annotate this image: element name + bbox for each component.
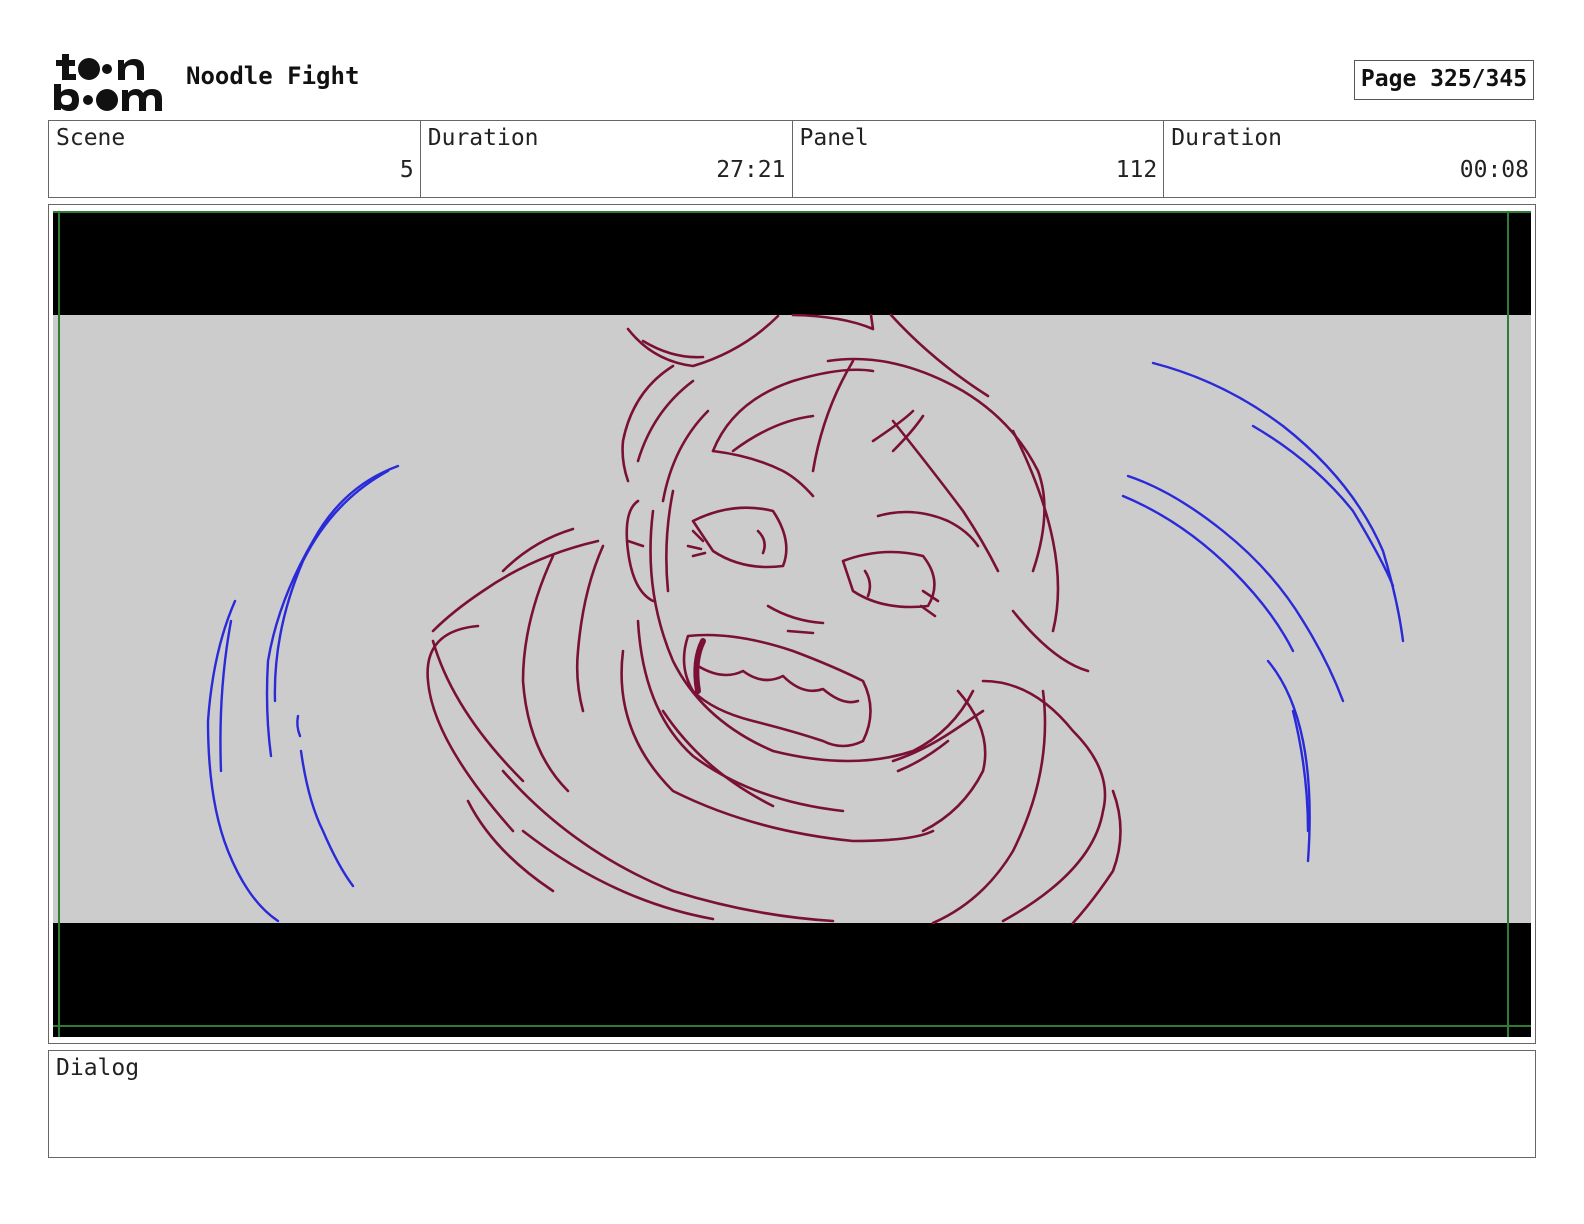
letterbox-bottom <box>53 923 1531 1037</box>
storyboard-panel-frame <box>48 204 1536 1044</box>
dialog-box: Dialog <box>48 1050 1536 1158</box>
panel-background <box>53 211 1531 1037</box>
letterbox-top <box>53 211 1531 315</box>
panel-duration-cell: Duration 00:08 <box>1164 121 1535 197</box>
scene-duration-cell: Duration 27:21 <box>421 121 793 197</box>
storyboard-drawing <box>53 211 1531 1037</box>
panel-cell: Panel 112 <box>793 121 1165 197</box>
scene-cell: Scene 5 <box>49 121 421 197</box>
project-title: Noodle Fight <box>186 62 360 90</box>
panel-duration-label: Duration <box>1171 125 1283 151</box>
logo-mark <box>54 54 162 111</box>
panel-label: Panel <box>799 125 869 151</box>
scene-label: Scene <box>56 125 126 151</box>
scene-duration-label: Duration <box>427 125 539 151</box>
panel-info-table: Scene 5 Duration 27:21 Panel 112 Duratio… <box>48 120 1536 198</box>
dialog-label: Dialog <box>56 1055 140 1081</box>
panel-value: 112 <box>1115 157 1158 183</box>
page-number: Page 325/345 <box>1354 60 1534 100</box>
toon-boom-logo <box>52 50 164 112</box>
scene-duration-value: 27:21 <box>716 157 786 183</box>
scene-value: 5 <box>399 157 414 183</box>
panel-duration-value: 00:08 <box>1459 157 1529 183</box>
